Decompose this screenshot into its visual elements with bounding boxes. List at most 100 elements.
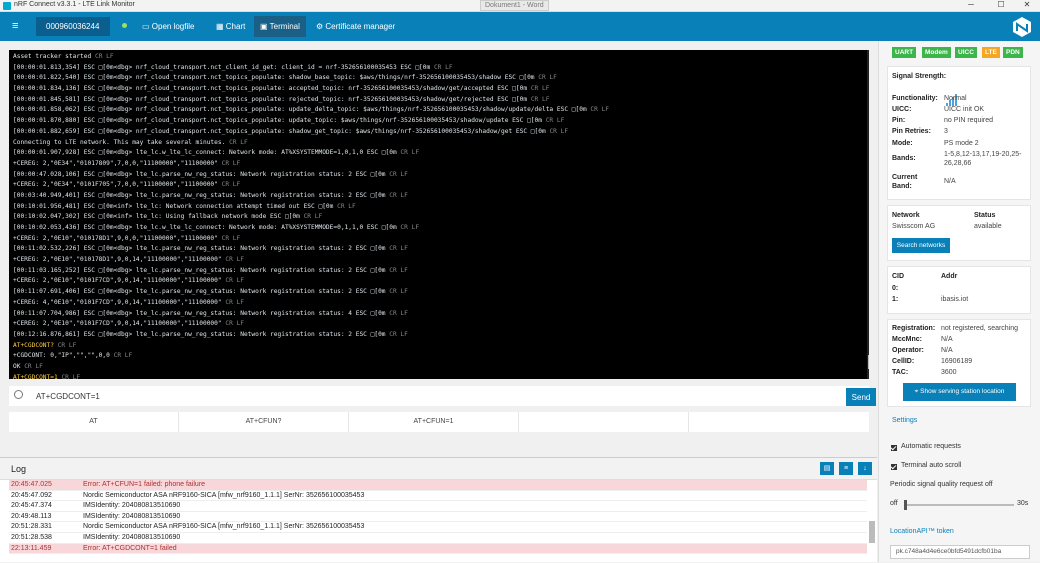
status-column-label: Status xyxy=(974,212,996,219)
tab-chart[interactable]: ▦ Chart xyxy=(210,16,251,37)
terminal-line: AT+CGDCONT=1 CR LF xyxy=(13,373,858,379)
cellid-value: 16906189 xyxy=(941,358,973,365)
menu-icon[interactable]: ≡ xyxy=(6,16,24,37)
automatic-requests-checkbox[interactable] xyxy=(891,445,897,451)
command-input-row: Send xyxy=(9,386,876,406)
crlf-marker: CR LF xyxy=(530,95,550,103)
minimize-icon[interactable]: ─ xyxy=(960,0,982,12)
log-message: Error: AT+CGDCONT=1 failed xyxy=(83,544,177,552)
tab-terminal[interactable]: ▣ Terminal xyxy=(254,16,306,37)
log-row: 20:45:47.025 Error: AT+CFUN=1 failed: pho… xyxy=(9,480,867,491)
pdp-cid: 1: xyxy=(892,296,899,303)
periodic-request-slider[interactable] xyxy=(904,500,1014,510)
terminal-line: [00:10:02.047,302] ESC □[0m<inf> lte_lc:… xyxy=(13,212,858,223)
tab-terminal-label: Terminal xyxy=(269,22,300,31)
quick-command-button[interactable]: AT+CFUN=1 xyxy=(349,412,519,432)
terminal-line: +CEREG: 2,"0E34","01017809",7,0,0,"11100… xyxy=(13,159,858,170)
clear-log-icon[interactable]: ≡ xyxy=(839,462,853,475)
bands-label: Bands: xyxy=(892,155,916,162)
search-networks-button[interactable]: Search networks xyxy=(892,238,950,253)
command-input[interactable] xyxy=(31,388,834,404)
location-api-token-input[interactable]: pk.c748a4d4e6ce0bfd5491dcfb01ba xyxy=(890,545,1030,559)
terminal-line-text: AT+CGDCONT=1 xyxy=(13,373,62,379)
pdp-context-card: CID Addr 0: 1: ibasis.iot xyxy=(887,266,1031,314)
open-logfile-button[interactable]: ▭ Open logfile xyxy=(136,16,200,37)
terminal-line: [00:00:01.834,136] ESC □[0m<dbg> nrf_clo… xyxy=(13,84,858,95)
terminal-line-text: [00:10:02.053,436] ESC □[0m<dbg> lte_lc.… xyxy=(13,224,401,231)
crlf-marker: CR LF xyxy=(225,320,244,328)
maximize-icon[interactable]: ☐ xyxy=(990,0,1012,12)
badge-modem: Modem xyxy=(922,47,951,58)
terminal-line-text: +CEREG: 4,"0E10","0101F7CD",9,0,14,"1110… xyxy=(13,298,226,306)
crlf-marker: CR LF xyxy=(389,330,408,338)
registration-card: Registration: not registered, searching … xyxy=(887,319,1031,407)
crlf-marker: CR LF xyxy=(61,373,81,379)
terminal-line: [00:00:01.882,659] ESC □[0m<dbg> nrf_clo… xyxy=(13,127,858,138)
device-selector[interactable]: 000960036244 xyxy=(36,17,110,36)
terminal-line-text: [00:03:40.949,401] ESC □[0m<dbg> lte_lc.… xyxy=(13,191,390,199)
nordic-logo-icon xyxy=(1013,17,1031,37)
crlf-marker: CR LF xyxy=(303,213,323,221)
terminal-line-text: [00:11:07.704,986] ESC □[0m<dbg> lte_lc.… xyxy=(13,309,390,317)
signal-strength-label: Signal Strength: xyxy=(892,73,947,80)
crlf-marker: CR LF xyxy=(24,362,43,370)
crlf-marker: CR LF xyxy=(57,341,77,349)
terminal-line: OK CR LF xyxy=(13,362,858,373)
terminal-scrollbar-thumb[interactable] xyxy=(868,355,869,369)
send-button[interactable]: Send xyxy=(846,388,876,406)
functionality-value: Normal xyxy=(944,95,967,102)
device-serial: 000960036244 xyxy=(46,22,100,31)
registration-label: Registration: xyxy=(892,325,936,332)
terminal-line-text: +CGDCONT: 0,"IP","","",0,0 xyxy=(13,352,114,360)
terminal-line: Asset tracker started CR LF xyxy=(13,52,858,63)
show-location-label: Show serving station location xyxy=(920,388,1005,395)
history-icon[interactable] xyxy=(14,390,23,399)
crlf-marker: CR LF xyxy=(389,170,408,178)
close-icon[interactable]: ✕ xyxy=(1016,0,1038,12)
network-column-label: Network xyxy=(892,212,920,219)
crlf-marker: CR LF xyxy=(221,159,241,167)
show-location-button[interactable]: ⌖ Show serving station location xyxy=(903,383,1016,401)
terminal-line-text: +CEREG: 2,"0E10","010178D1",9,0,14,"1110… xyxy=(13,256,226,264)
terminal-line: +CGDCONT: 0,"IP","","",0,0 CR LF xyxy=(13,351,858,362)
quick-command-button[interactable]: AT+CFUN? xyxy=(179,412,349,432)
terminal-auto-scroll-checkbox[interactable] xyxy=(891,464,897,470)
terminal-line-text: [00:12:16.876,861] ESC □[0m<dbg> lte_lc.… xyxy=(13,330,390,338)
quick-command-button[interactable] xyxy=(689,412,859,432)
quick-command-button[interactable] xyxy=(519,412,689,432)
log-rows: 20:45:47.025 Error: AT+CFUN=1 failed: pho… xyxy=(9,480,867,563)
crlf-marker: CR LF xyxy=(389,245,408,253)
settings-title[interactable]: Settings xyxy=(892,417,917,424)
terminal-line-text: [00:00:01.813,354] ESC □[0m<dbg> nrf_clo… xyxy=(13,63,434,71)
slider-handle[interactable] xyxy=(904,500,907,510)
autoscroll-log-icon[interactable]: ↓ xyxy=(858,462,872,475)
terminal-line: [00:00:01.858,062] ESC □[0m<dbg> nrf_clo… xyxy=(13,105,858,116)
terminal-output[interactable]: Asset tracker started CR LF [00:00:01.813… xyxy=(9,50,869,379)
open-log-folder-icon[interactable]: ▤ xyxy=(820,462,834,475)
log-timestamp: 20:49:48.113 xyxy=(11,512,52,520)
log-timestamp: 20:51:28.538 xyxy=(11,533,52,541)
automatic-requests-label: Automatic requests xyxy=(901,443,961,450)
log-row: 20:51:28.538 IMSIdentity: 204080813510690 xyxy=(9,533,867,544)
mccmnc-label: MccMnc: xyxy=(892,336,922,343)
modem-status-card: Signal Strength: Functionality: Normal U… xyxy=(887,66,1031,200)
log-scrollbar-thumb[interactable] xyxy=(869,521,875,543)
cellid-label: CellID: xyxy=(892,358,915,365)
log-timestamp: 20:45:47.025 xyxy=(11,481,52,488)
location-api-link[interactable]: LocationAPI™ token xyxy=(890,528,954,535)
terminal-line-text: [00:00:01.858,062] ESC □[0m<dbg> nrf_clo… xyxy=(13,106,591,114)
terminal-line: +CEREG: 2,"0E10","0101F7CD",9,0,14,"1110… xyxy=(13,276,858,287)
tab-certificate-manager[interactable]: ⚙ Certificate manager xyxy=(310,16,401,37)
crlf-marker: CR LF xyxy=(337,202,356,210)
crlf-marker: CR LF xyxy=(225,256,244,264)
log-timestamp: 20:45:47.092 xyxy=(11,491,52,499)
crlf-marker: CR LF xyxy=(389,191,408,199)
terminal-line-text: [00:00:01.870,880] ESC □[0m<dbg> nrf_clo… xyxy=(13,117,546,125)
quick-command-button[interactable]: AT xyxy=(9,412,179,432)
crlf-marker: CR LF xyxy=(590,106,610,114)
pin-retries-label: Pin Retries: xyxy=(892,128,931,135)
certificate-icon: ⚙ xyxy=(316,22,326,31)
pin-retries-value: 3 xyxy=(944,128,948,135)
functionality-label: Functionality: xyxy=(892,95,938,102)
slider-min-label: off xyxy=(890,500,898,507)
